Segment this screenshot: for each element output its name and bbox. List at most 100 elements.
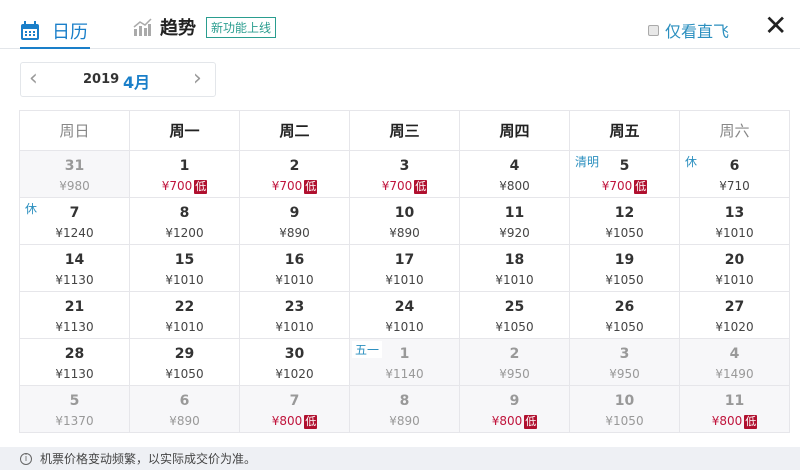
- notice-text: 机票价格变动频繁，以实际成交价为准。: [40, 452, 257, 466]
- day-cell[interactable]: 4 ¥800: [459, 150, 570, 198]
- day-cell[interactable]: 10 ¥1050: [569, 385, 680, 433]
- day-cell[interactable]: 18 ¥1010: [459, 244, 570, 292]
- day-price: ¥1130: [55, 367, 94, 381]
- day-price: ¥920: [499, 226, 530, 240]
- day-cell[interactable]: 27 ¥1020: [679, 291, 790, 339]
- day-number: 23: [284, 299, 305, 315]
- day-number: 8: [399, 393, 410, 409]
- day-number: 10: [614, 393, 635, 409]
- day-cell[interactable]: 2 ¥700 低: [239, 150, 350, 198]
- calendar-icon: [21, 20, 39, 40]
- day-cell[interactable]: 6 ¥890: [129, 385, 240, 433]
- calendar-week: 31 ¥980 1 ¥700 低 2 ¥700 低 3 ¥700 低 4 ¥800 清明 5 ¥700 低休 6 ¥…: [19, 150, 790, 198]
- day-price: ¥1240: [55, 226, 94, 240]
- day-cell[interactable]: 11 ¥920: [459, 197, 570, 245]
- tab-calendar[interactable]: 日历: [20, 14, 90, 49]
- tab-trend-label: 趋势: [160, 18, 196, 39]
- day-cell[interactable]: 14 ¥1130: [19, 244, 130, 292]
- day-cell[interactable]: 30 ¥1020: [239, 338, 350, 386]
- day-cell[interactable]: 15 ¥1010: [129, 244, 240, 292]
- day-number: 3: [399, 158, 410, 174]
- day-number: 18: [504, 252, 525, 268]
- day-cell[interactable]: 11 ¥800 低: [679, 385, 790, 433]
- day-cell[interactable]: 2 ¥950: [459, 338, 570, 386]
- day-cell[interactable]: 26 ¥1050: [569, 291, 680, 339]
- low-price-badge: 低: [194, 180, 208, 194]
- day-cell[interactable]: 28 ¥1130: [19, 338, 130, 386]
- day-cell[interactable]: 16 ¥1010: [239, 244, 350, 292]
- holiday-tag: 休: [682, 153, 701, 170]
- day-price: ¥1140: [385, 367, 424, 381]
- month-label: 4月: [123, 73, 151, 92]
- day-cell[interactable]: 休 6 ¥710: [679, 150, 790, 198]
- day-cell[interactable]: 23 ¥1010: [239, 291, 350, 339]
- holiday-tag: 清明: [572, 153, 603, 170]
- day-cell[interactable]: 31 ¥980: [19, 150, 130, 198]
- day-price: ¥1050: [605, 273, 644, 287]
- day-number: 27: [724, 299, 745, 315]
- day-price: ¥710: [719, 179, 750, 193]
- day-cell[interactable]: 8 ¥1200: [129, 197, 240, 245]
- day-cell[interactable]: 21 ¥1130: [19, 291, 130, 339]
- info-icon: i: [20, 452, 32, 465]
- day-cell[interactable]: 休 7 ¥1240: [19, 197, 130, 245]
- calendar-week: 28 ¥1130 29 ¥1050 30 ¥1020 五一 1 ¥1140 2 ¥950 3 ¥950 4…: [19, 338, 790, 386]
- day-number: 4: [509, 158, 520, 174]
- day-price: ¥800: [499, 179, 530, 193]
- day-price: ¥1130: [55, 320, 94, 334]
- day-cell[interactable]: 13 ¥1010: [679, 197, 790, 245]
- prev-month-button[interactable]: ‹: [29, 66, 38, 91]
- day-number: 13: [724, 205, 745, 221]
- day-cell[interactable]: 17 ¥1010: [349, 244, 460, 292]
- day-cell[interactable]: 20 ¥1010: [679, 244, 790, 292]
- day-number: 28: [64, 346, 85, 362]
- day-price: ¥1050: [605, 226, 644, 240]
- day-price: ¥800: [711, 414, 743, 428]
- day-cell[interactable]: 19 ¥1050: [569, 244, 680, 292]
- day-number: 11: [724, 393, 745, 409]
- day-price: ¥890: [169, 414, 200, 428]
- day-cell[interactable]: 1 ¥700 低: [129, 150, 240, 198]
- header: 日历 趋势 新功能上线 仅看直飞 ✕: [0, 0, 800, 49]
- day-cell[interactable]: 10 ¥890: [349, 197, 460, 245]
- day-price: ¥800: [271, 414, 303, 428]
- day-cell[interactable]: 9 ¥800 低: [459, 385, 570, 433]
- day-number: 10: [394, 205, 415, 221]
- day-number: 2: [289, 158, 300, 174]
- day-cell[interactable]: 29 ¥1050: [129, 338, 240, 386]
- next-month-button[interactable]: ›: [193, 66, 202, 91]
- day-price: ¥1490: [715, 367, 754, 381]
- day-price: ¥890: [279, 226, 310, 240]
- close-button[interactable]: ✕: [764, 12, 787, 40]
- direct-only-checkbox[interactable]: 仅看直飞: [648, 18, 729, 42]
- day-cell[interactable]: 3 ¥700 低: [349, 150, 460, 198]
- day-cell[interactable]: 五一 1 ¥1140: [349, 338, 460, 386]
- day-price: ¥1010: [715, 273, 754, 287]
- day-cell[interactable]: 清明 5 ¥700 低: [569, 150, 680, 198]
- day-cell[interactable]: 4 ¥1490: [679, 338, 790, 386]
- day-number: 16: [284, 252, 305, 268]
- day-cell[interactable]: 9 ¥890: [239, 197, 350, 245]
- day-cell[interactable]: 12 ¥1050: [569, 197, 680, 245]
- day-cell[interactable]: 25 ¥1050: [459, 291, 570, 339]
- day-cell[interactable]: 22 ¥1010: [129, 291, 240, 339]
- day-number: 9: [509, 393, 520, 409]
- day-number: 20: [724, 252, 745, 268]
- day-price: ¥1010: [495, 273, 534, 287]
- day-number: 26: [614, 299, 635, 315]
- day-price: ¥950: [499, 367, 530, 381]
- checkbox-icon[interactable]: [648, 24, 659, 36]
- day-number: 17: [394, 252, 415, 268]
- low-price-badge: 低: [524, 415, 538, 429]
- day-cell[interactable]: 24 ¥1010: [349, 291, 460, 339]
- day-number: 11: [504, 205, 525, 221]
- day-cell[interactable]: 3 ¥950: [569, 338, 680, 386]
- day-cell[interactable]: 8 ¥890: [349, 385, 460, 433]
- new-feature-badge: 新功能上线: [206, 16, 277, 38]
- day-cell[interactable]: 7 ¥800 低: [239, 385, 350, 433]
- day-price: ¥980: [59, 179, 90, 193]
- low-price-badge: 低: [414, 180, 428, 194]
- day-cell[interactable]: 5 ¥1370: [19, 385, 130, 433]
- day-number: 2: [509, 346, 520, 362]
- tab-trend[interactable]: 趋势 新功能上线: [132, 14, 277, 40]
